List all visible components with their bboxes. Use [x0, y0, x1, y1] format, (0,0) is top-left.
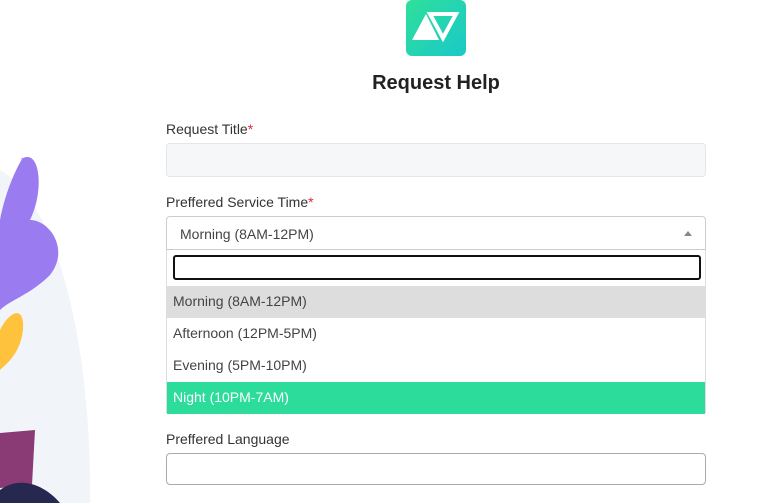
service-time-select[interactable]: Morning (8AM-12PM) [166, 216, 706, 250]
page-title: Request Help [372, 72, 500, 94]
option-morning[interactable]: Morning (8AM-12PM) [167, 286, 705, 318]
app-logo [406, 0, 466, 56]
triangles-logo-icon [412, 12, 460, 43]
option-afternoon[interactable]: Afternoon (12PM-5PM) [167, 318, 705, 350]
request-title-input[interactable] [166, 143, 706, 177]
service-time-label: Preffered Service Time* [166, 194, 314, 210]
request-title-label: Request Title* [166, 121, 254, 137]
language-input[interactable] [166, 453, 706, 485]
service-time-dropdown: Morning (8AM-12PM) Afternoon (12PM-5PM) … [166, 250, 706, 414]
caret-up-icon [684, 231, 692, 236]
dropdown-search-input[interactable] [173, 255, 701, 280]
language-label: Preffered Language [166, 431, 290, 447]
illustration-plant [0, 157, 91, 503]
option-evening[interactable]: Evening (5PM-10PM) [167, 350, 705, 382]
selected-value: Morning (8AM-12PM) [180, 226, 314, 242]
option-night[interactable]: Night (10PM-7AM) [167, 382, 705, 414]
